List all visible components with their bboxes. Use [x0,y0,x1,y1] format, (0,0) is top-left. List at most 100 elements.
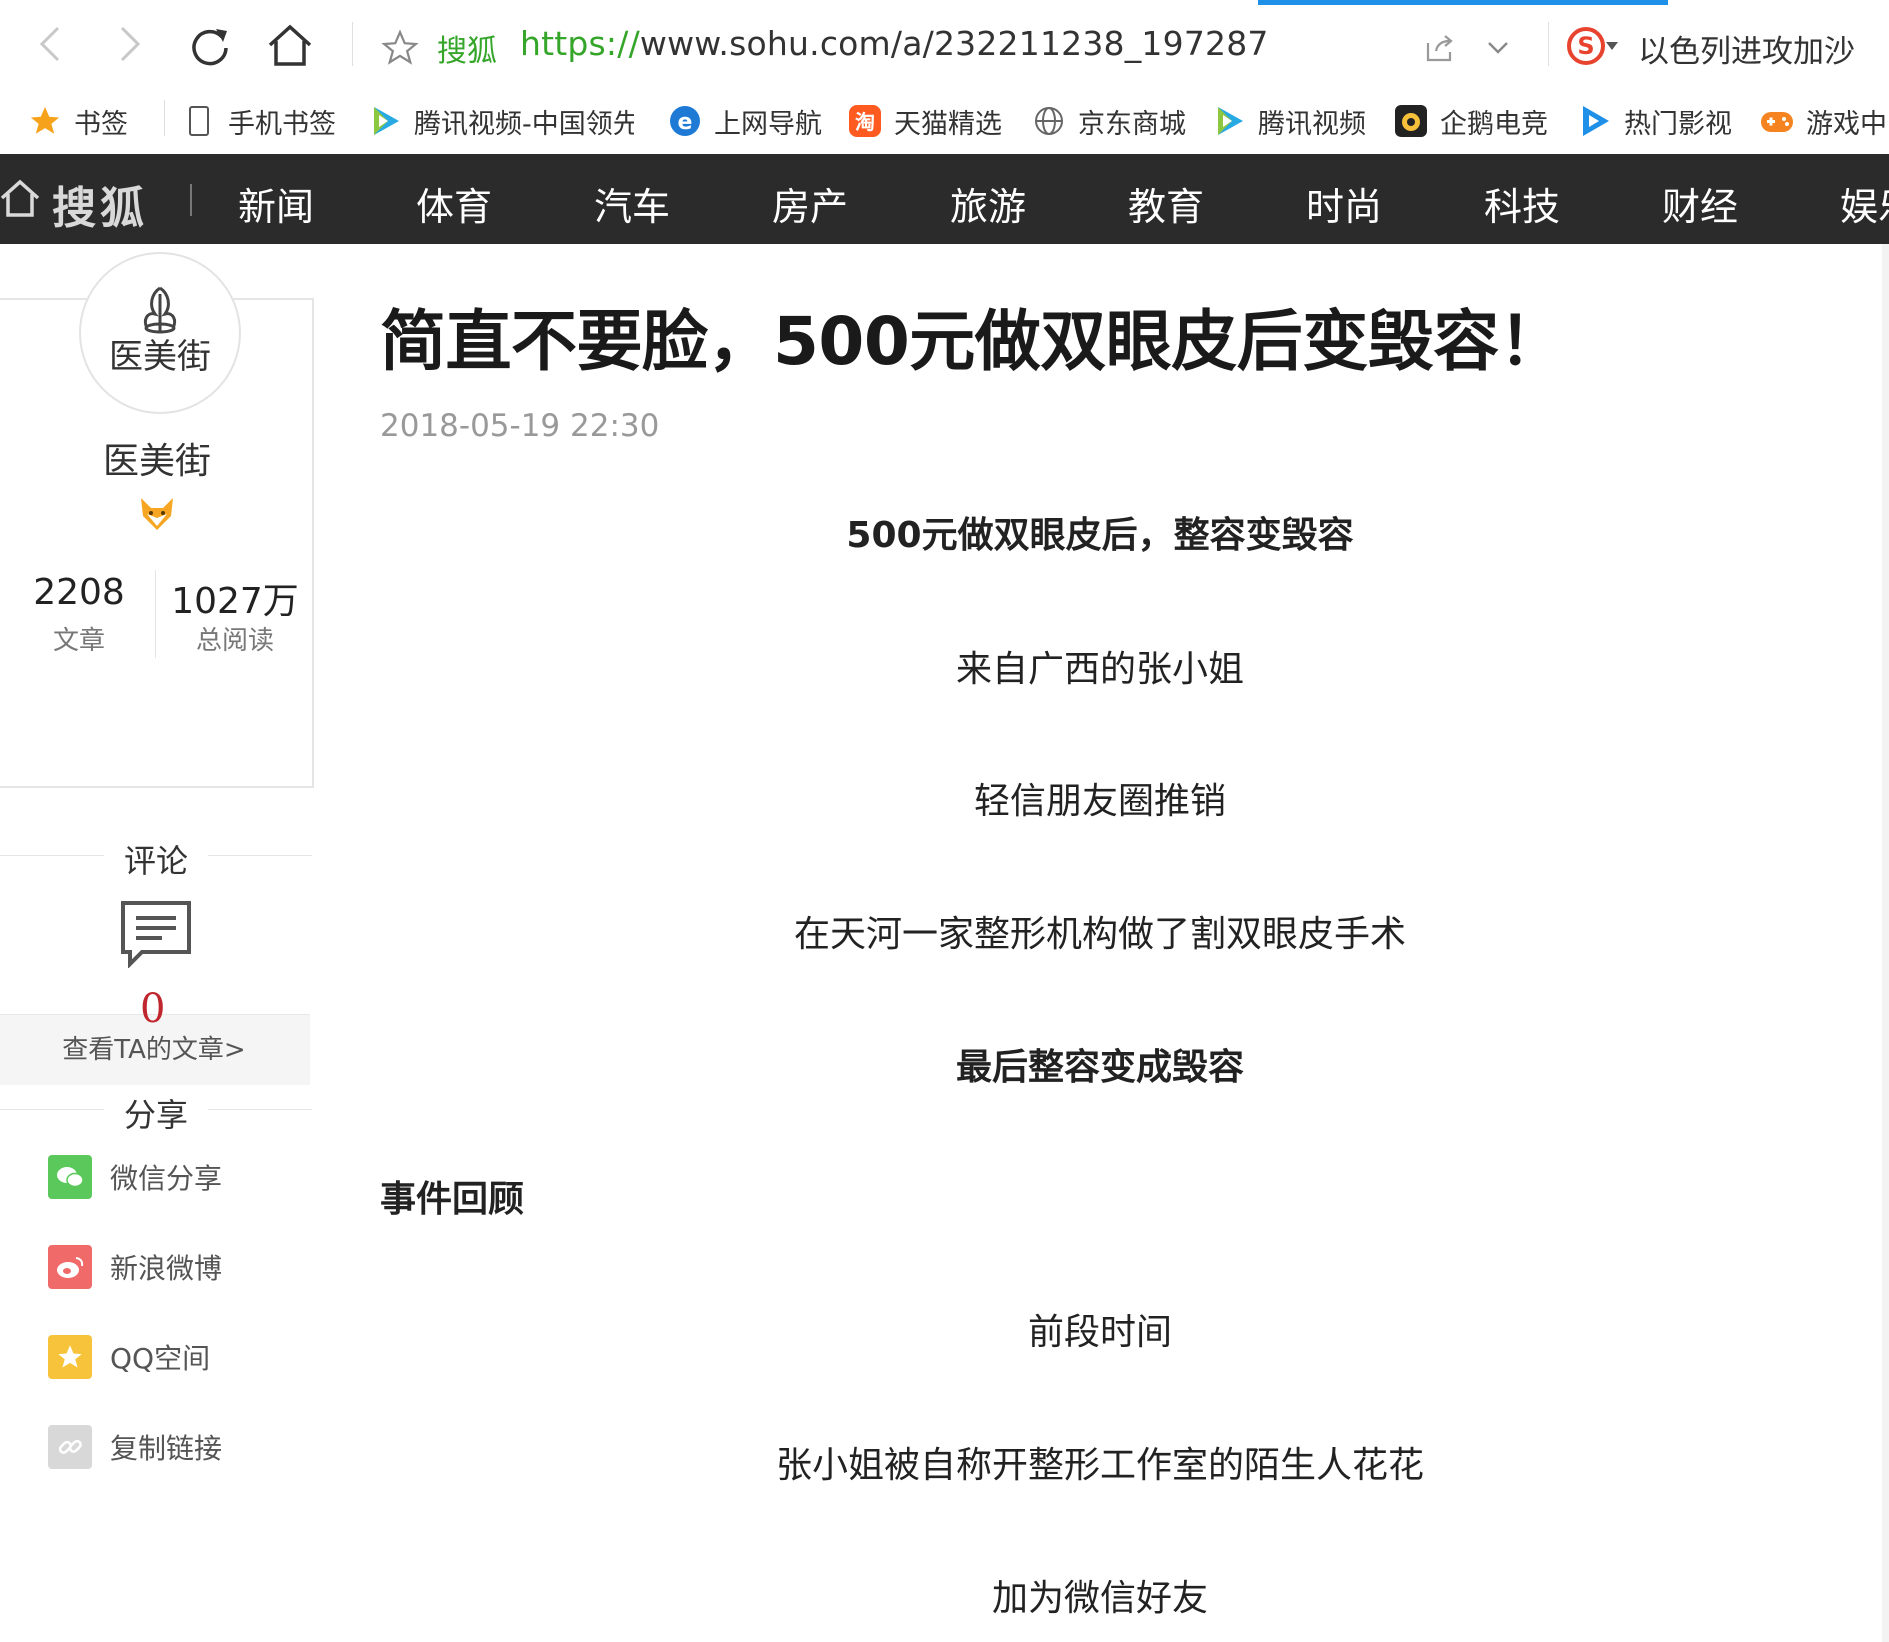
site-name-label: 搜狐 [437,34,497,69]
svg-text:S: S [1577,32,1594,60]
copy-link-button[interactable]: 复制链接 [48,1424,222,1470]
ie-icon: e [668,104,702,138]
bookmark-item-navigation[interactable]: e 上网导航 [668,102,822,140]
sogou-logo-icon: S [1567,27,1605,65]
site-nav: 搜狐 新闻 体育 汽车 房产 旅游 教育 时尚 科技 财经 娱乐 [0,154,1889,244]
qzone-star-icon [48,1335,92,1379]
bookmark-item-tencent-video-long[interactable]: 腾讯视频-中国领先 [368,102,634,140]
bookmark-item-bookmarks[interactable]: 书签 [28,102,128,140]
share-page-button[interactable] [1422,30,1458,66]
home-button[interactable] [266,22,314,68]
articles-label: 文章 [52,626,105,656]
play-icon [1578,104,1612,138]
nav-item-realestate[interactable]: 房产 [772,176,848,231]
nav-item-education[interactable]: 教育 [1128,176,1204,231]
bookmark-label: 企鹅电竞 [1440,108,1548,140]
article-date: 2018-05-19 22:30 [380,408,660,444]
tencent-video-icon [368,104,402,138]
nav-item-auto[interactable]: 汽车 [594,176,670,231]
bookmark-item-jd[interactable]: 京东商城 [1032,102,1186,140]
bookmark-label: 京东商城 [1078,108,1186,140]
svg-text:淘: 淘 [855,110,875,134]
home-icon [0,179,40,217]
bookmark-star-button[interactable] [380,28,420,68]
svg-text:e: e [678,110,693,135]
bookmark-label: 腾讯视频-中国领先 [414,108,634,140]
search-suggestion[interactable]: 以色列进攻加沙 [1638,26,1855,71]
share-divider-right [208,1109,312,1110]
bookmark-item-games[interactable]: 游戏中 [1760,102,1887,140]
bookmark-item-movies[interactable]: 热门影视 [1578,102,1732,140]
reload-button[interactable] [188,24,232,68]
bookmark-item-mobile[interactable]: 手机书签 [182,102,336,140]
back-button[interactable] [30,24,70,64]
penguin-esports-icon [1394,104,1428,138]
share-divider-left [0,1109,104,1110]
star-icon [28,104,62,138]
articles-count: 2208 [33,572,125,613]
share-out-icon [1426,35,1453,62]
tencent-video-icon [1212,104,1246,138]
bookmark-label: 手机书签 [228,108,336,140]
gamepad-icon [1760,104,1794,138]
author-name[interactable]: 医美街 [0,432,314,484]
article-paragraph: 前段时间 [1027,1312,1172,1353]
article-paragraph: 加为微信好友 [991,1578,1208,1619]
url-field[interactable]: https://www.sohu.com/a/232211238_197287 [520,24,1269,63]
toolbar-divider [352,22,353,66]
browser-toolbar: 搜狐 https://www.sohu.com/a/232211238_1972… [0,0,1889,89]
chevron-down-icon [1488,42,1508,54]
share-weibo-button[interactable]: 新浪微博 [48,1244,222,1290]
bookmark-item-esports[interactable]: 企鹅电竞 [1394,102,1548,140]
comments-divider-right [208,855,312,856]
nav-item-sports[interactable]: 体育 [416,176,492,231]
page-scroll-edge [1882,244,1889,1642]
article-paragraph: 来自广西的张小姐 [955,649,1244,690]
fox-badge-icon [137,496,177,536]
bookmarks-bar: 书签 手机书签 腾讯视频-中国领先 e 上网导航 淘 天猫精选 京东商城 腾讯视… [0,88,1889,155]
share-label: 复制链接 [110,1432,223,1465]
nav-divider [190,184,192,216]
bookmark-item-tencent-video[interactable]: 腾讯视频 [1212,102,1366,140]
avatar[interactable]: 医美街 [79,252,241,414]
bookmark-item-tmall[interactable]: 淘 天猫精选 [848,102,1002,140]
share-label: 新浪微博 [110,1252,223,1285]
phone-icon [182,104,216,138]
bookmark-label: 上网导航 [714,108,822,140]
bookmark-label: 书签 [74,108,128,140]
search-engine-selector[interactable]: S [1562,24,1622,68]
share-label: QQ空间 [110,1342,211,1375]
article-paragraph: 最后整容变成毁容 [955,1047,1244,1088]
bookmark-label: 游戏中 [1806,108,1887,140]
comments-divider-left [0,855,104,856]
article-paragraph: 500元做双眼皮后，整容变毁容 [846,515,1354,556]
bookmarks-divider [164,100,165,136]
chevron-left-icon [39,26,60,62]
article-section-heading: 事件回顾 [380,1179,525,1220]
share-qzone-button[interactable]: QQ空间 [48,1334,210,1380]
reload-icon [192,29,228,66]
share-label: 微信分享 [110,1162,223,1195]
reads-label: 总阅读 [195,626,274,656]
address-dropdown-button[interactable] [1480,32,1516,64]
article-paragraph: 张小姐被自称开整形工作室的陌生人花花 [775,1445,1424,1486]
nav-item-entertainment[interactable]: 娱乐 [1840,176,1889,231]
star-outline-icon [381,29,419,65]
comment-icon[interactable] [120,900,192,972]
chevron-right-icon [120,26,141,62]
nav-item-fashion[interactable]: 时尚 [1306,176,1382,231]
forward-button[interactable] [110,24,150,64]
nav-home-button[interactable] [0,178,40,222]
nav-item-finance[interactable]: 财经 [1662,176,1738,231]
nav-item-travel[interactable]: 旅游 [950,176,1026,231]
wechat-icon [48,1155,92,1199]
link-icon [48,1425,92,1469]
share-wechat-button[interactable]: 微信分享 [48,1154,222,1200]
page-load-progress [1258,0,1668,5]
sohu-logo[interactable]: 搜狐 [52,172,148,236]
nav-item-tech[interactable]: 科技 [1484,176,1560,231]
weibo-icon [48,1245,92,1289]
home-icon [268,24,312,66]
nav-item-news[interactable]: 新闻 [238,176,314,231]
reads-count: 1027万 [171,581,299,622]
